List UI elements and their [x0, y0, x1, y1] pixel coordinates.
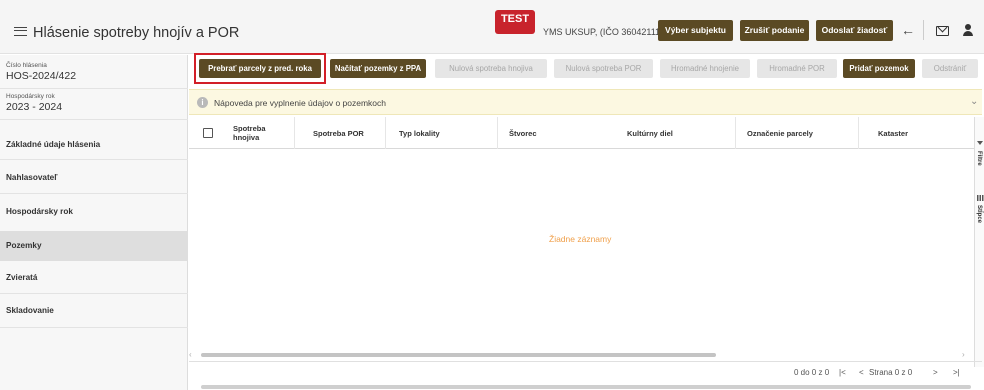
toolbar-divider [923, 20, 924, 40]
filters-tab[interactable]: Filtre [976, 151, 982, 166]
sidebar-item-land[interactable]: Pozemky [0, 231, 188, 261]
subject-label: YMS UKSUP, (IČO 36042111) [543, 27, 664, 37]
columns-tab[interactable]: Stĺpce [976, 205, 982, 223]
prev-page-button[interactable]: < [859, 368, 864, 377]
sidebar-item-storage[interactable]: Skladovanie [0, 296, 188, 326]
menu-icon[interactable] [14, 27, 27, 36]
filter-icon[interactable] [977, 141, 984, 148]
info-icon: i [197, 97, 208, 108]
select-subject-button[interactable]: Výber subjektu [658, 20, 733, 41]
next-page-button[interactable]: > [933, 368, 938, 377]
chevron-down-icon[interactable]: ⌄ [970, 96, 978, 108]
select-all-checkbox[interactable] [203, 128, 213, 138]
highlight-box [194, 53, 326, 84]
sidebar-divider [0, 293, 188, 294]
column-parcel-designation[interactable]: Označenie parcely [747, 117, 813, 149]
last-page-button[interactable]: >| [953, 368, 960, 377]
column-separator [294, 117, 295, 149]
help-notice-text: Nápoveda pre vyplnenie údajov o pozemkoc… [214, 98, 387, 108]
test-badge: TEST [495, 10, 535, 34]
zero-fertilizer-button[interactable]: Nulová spotreba hnojiva [435, 59, 547, 78]
column-separator [385, 117, 386, 149]
sidebar-divider [0, 88, 188, 89]
add-land-button[interactable]: Pridať pozemok [843, 59, 915, 78]
columns-icon[interactable] [977, 195, 984, 201]
report-number-value: HOS-2024/422 [6, 70, 77, 82]
sidebar-divider [0, 159, 188, 160]
empty-records-text: Žiadne záznamy [549, 234, 612, 244]
first-page-button[interactable]: |< [839, 368, 846, 377]
mail-icon[interactable] [936, 26, 949, 36]
column-cadastre[interactable]: Kataster [878, 117, 908, 149]
user-icon[interactable] [963, 24, 973, 38]
sidebar-item-basic-info[interactable]: Základné údaje hlásenia [0, 130, 188, 160]
scrollbar-thumb[interactable] [201, 353, 716, 357]
remove-button[interactable]: Odstrániť [922, 59, 978, 78]
load-from-ppa-button[interactable]: Načítať pozemky z PPA [330, 59, 426, 78]
sidebar-item-reporter[interactable]: Nahlasovateľ [0, 163, 188, 193]
report-number-block: Číslo hlásenia HOS-2024/422 [6, 62, 76, 82]
help-notice[interactable]: i Nápoveda pre vyplnenie údajov o pozemk… [189, 89, 982, 115]
zero-por-button[interactable]: Nulová spotreba POR [554, 59, 653, 78]
column-fertilizer-consumption[interactable]: Spotreba hnojiva [233, 117, 283, 149]
page-indicator: Strana 0 z 0 [869, 368, 913, 377]
grid-side-panel: Filtre Stĺpce [974, 117, 984, 367]
column-square[interactable]: Štvorec [509, 117, 537, 149]
scrollbar-thumb[interactable] [201, 385, 971, 389]
page-horizontal-scrollbar[interactable] [189, 382, 984, 390]
pagination-range: 0 do 0 z 0 [794, 368, 830, 377]
column-separator [497, 117, 498, 149]
top-bar: Hlásenie spotreby hnojív a POR TEST YMS … [0, 0, 984, 54]
economic-year-label: Hospodársky rok [6, 93, 55, 100]
sidebar-divider [0, 193, 188, 194]
bulk-fertilizing-button[interactable]: Hromadné hnojenie [660, 59, 750, 78]
sidebar-divider [0, 119, 188, 120]
sidebar-item-economic-year[interactable]: Hospodársky rok [0, 197, 188, 227]
scroll-left-icon[interactable]: ‹ [189, 350, 192, 359]
column-por-consumption[interactable]: Spotreba POR [313, 117, 364, 149]
send-request-button[interactable]: Odoslať žiadosť [816, 20, 893, 41]
pagination-bar: 0 do 0 z 0 |< < Strana 0 z 0 > >| [189, 361, 982, 381]
column-separator [735, 117, 736, 149]
column-cultural-part[interactable]: Kultúrny diel [627, 117, 673, 149]
sidebar: Číslo hlásenia HOS-2024/422 Hospodársky … [0, 55, 188, 390]
cancel-submission-button[interactable]: Zrušiť podanie [740, 20, 809, 41]
scroll-right-icon[interactable]: › [962, 350, 965, 359]
back-arrow-icon[interactable]: ← [901, 23, 915, 37]
bulk-por-button[interactable]: Hromadné POR [757, 59, 837, 78]
column-locality-type[interactable]: Typ lokality [399, 117, 440, 149]
sidebar-divider [0, 327, 188, 328]
grid-horizontal-scrollbar[interactable]: ‹ › [189, 349, 974, 360]
economic-year-block: Hospodársky rok 2023 - 2024 [6, 93, 62, 113]
economic-year-value: 2023 - 2024 [6, 101, 63, 113]
report-number-label: Číslo hlásenia [6, 62, 47, 69]
sidebar-item-animals[interactable]: Zvieratá [0, 263, 188, 293]
column-separator [858, 117, 859, 149]
grid-header: Spotreba hnojiva Spotreba POR Typ lokali… [189, 117, 974, 149]
app-title: Hlásenie spotreby hnojív a POR [33, 25, 240, 41]
